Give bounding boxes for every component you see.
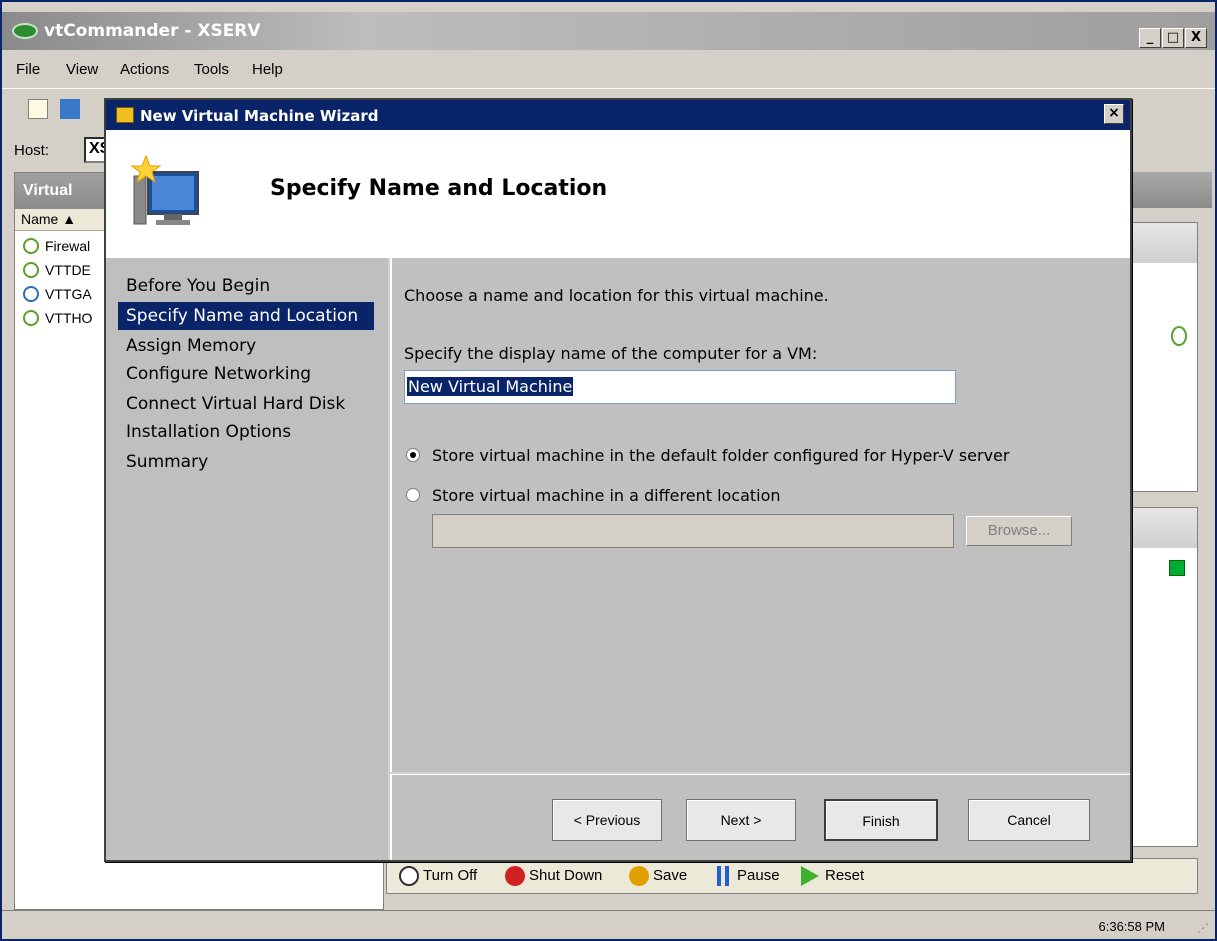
wizard-steps-list: Before You Begin Specify Name and Locati… <box>106 258 388 860</box>
host-label: Host: <box>14 142 50 159</box>
step-summary[interactable]: Summary <box>118 448 374 476</box>
new-icon[interactable] <box>28 99 48 119</box>
step-configure-networking[interactable]: Configure Networking <box>118 360 374 388</box>
minimize-button[interactable]: _ <box>1139 28 1161 48</box>
wizard-content: Choose a name and location for this virt… <box>390 258 1130 772</box>
save-state-icon <box>629 866 649 886</box>
location-path-input <box>432 514 954 548</box>
save-button[interactable]: Save <box>629 866 688 886</box>
radio-unchecked-icon <box>406 488 420 502</box>
wizard-intro-text: Choose a name and location for this virt… <box>404 286 829 305</box>
vm-name: VTTGA <box>45 286 92 302</box>
shut-down-button[interactable]: Shut Down <box>505 866 603 886</box>
vm-name-input[interactable]: New Virtual Machine <box>404 370 956 404</box>
vm-name: VTTDE <box>45 262 91 278</box>
new-vm-wizard-dialog: New Virtual Machine Wizard × Specify Nam… <box>104 98 1132 862</box>
radio-default-location[interactable]: Store virtual machine in the default fol… <box>404 446 1009 465</box>
shutdown-icon <box>505 866 525 886</box>
step-installation-options[interactable]: Installation Options <box>118 418 374 446</box>
resize-grip-icon[interactable]: ⋰ <box>1197 921 1209 935</box>
vm-action-bar: Turn Off Shut Down Save Pause Reset <box>386 858 1198 894</box>
radio-custom-label: Store virtual machine in a different loc… <box>432 486 781 505</box>
vm-running-icon <box>23 310 39 326</box>
finish-button[interactable]: Finish <box>824 799 938 841</box>
browse-button: Browse... <box>966 516 1072 546</box>
vm-name: VTTHO <box>45 310 93 326</box>
radio-different-location[interactable]: Store virtual machine in a different loc… <box>404 486 781 505</box>
wizard-close-button[interactable]: × <box>1104 104 1124 124</box>
vm-running-icon <box>23 238 39 254</box>
vm-name-value: New Virtual Machine <box>407 377 574 396</box>
turn-off-label: Turn Off <box>423 867 478 884</box>
vm-name-label: Specify the display name of the computer… <box>404 344 818 363</box>
radio-default-label: Store virtual machine in the default fol… <box>432 446 1010 465</box>
wizard-footer: < Previous Next > Finish Cancel <box>390 774 1130 860</box>
wizard-heading: Specify Name and Location <box>270 176 608 201</box>
reset-button[interactable]: Reset <box>801 866 865 886</box>
reset-label: Reset <box>825 867 865 884</box>
status-bar: 6:36:58 PM ⋰ <box>2 910 1215 939</box>
vm-running-icon <box>23 262 39 278</box>
window-title: vtCommander - XSERV <box>44 21 261 41</box>
next-button[interactable]: Next > <box>686 799 796 841</box>
maximize-button[interactable]: □ <box>1162 28 1184 48</box>
network-icon <box>1169 560 1185 576</box>
turn-off-button[interactable]: Turn Off <box>399 866 478 886</box>
reset-icon <box>801 866 819 886</box>
menu-file[interactable]: File <box>16 61 40 78</box>
main-titlebar[interactable]: vtCommander - XSERV _ □ X <box>2 12 1215 50</box>
pause-button[interactable]: Pause <box>713 866 780 886</box>
close-button[interactable]: X <box>1185 28 1207 48</box>
menu-view[interactable]: View <box>66 61 98 78</box>
radio-checked-icon <box>406 448 420 462</box>
menu-help[interactable]: Help <box>252 61 283 78</box>
wizard-app-icon <box>116 107 134 123</box>
step-connect-virtual-hard-disk[interactable]: Connect Virtual Hard Disk <box>118 390 374 418</box>
wizard-title: New Virtual Machine Wizard <box>140 107 379 125</box>
step-specify-name-location[interactable]: Specify Name and Location <box>118 302 374 330</box>
new-vm-monitor-icon <box>130 154 199 225</box>
step-assign-memory[interactable]: Assign Memory <box>118 332 374 360</box>
power-off-icon <box>399 866 419 886</box>
previous-button[interactable]: < Previous <box>552 799 662 841</box>
shut-down-label: Shut Down <box>529 867 603 884</box>
step-before-you-begin[interactable]: Before You Begin <box>118 272 374 300</box>
connect-icon[interactable] <box>60 99 80 119</box>
vm-selected-icon <box>23 286 39 302</box>
menu-actions[interactable]: Actions <box>120 61 169 78</box>
pause-label: Pause <box>737 867 780 884</box>
menu-bar: File View Actions Tools Help <box>2 50 1215 88</box>
wizard-banner: Specify Name and Location <box>106 130 1130 258</box>
vm-name: Firewal <box>45 238 91 254</box>
wizard-titlebar[interactable]: New Virtual Machine Wizard × <box>106 100 1130 130</box>
pause-icon <box>717 866 729 886</box>
save-label: Save <box>653 867 688 884</box>
status-clock: 6:36:58 PM <box>1098 919 1166 934</box>
menu-tools[interactable]: Tools <box>194 61 229 78</box>
app-logo-icon <box>12 23 38 39</box>
vm-state-icon <box>1171 326 1187 346</box>
cancel-button[interactable]: Cancel <box>968 799 1090 841</box>
